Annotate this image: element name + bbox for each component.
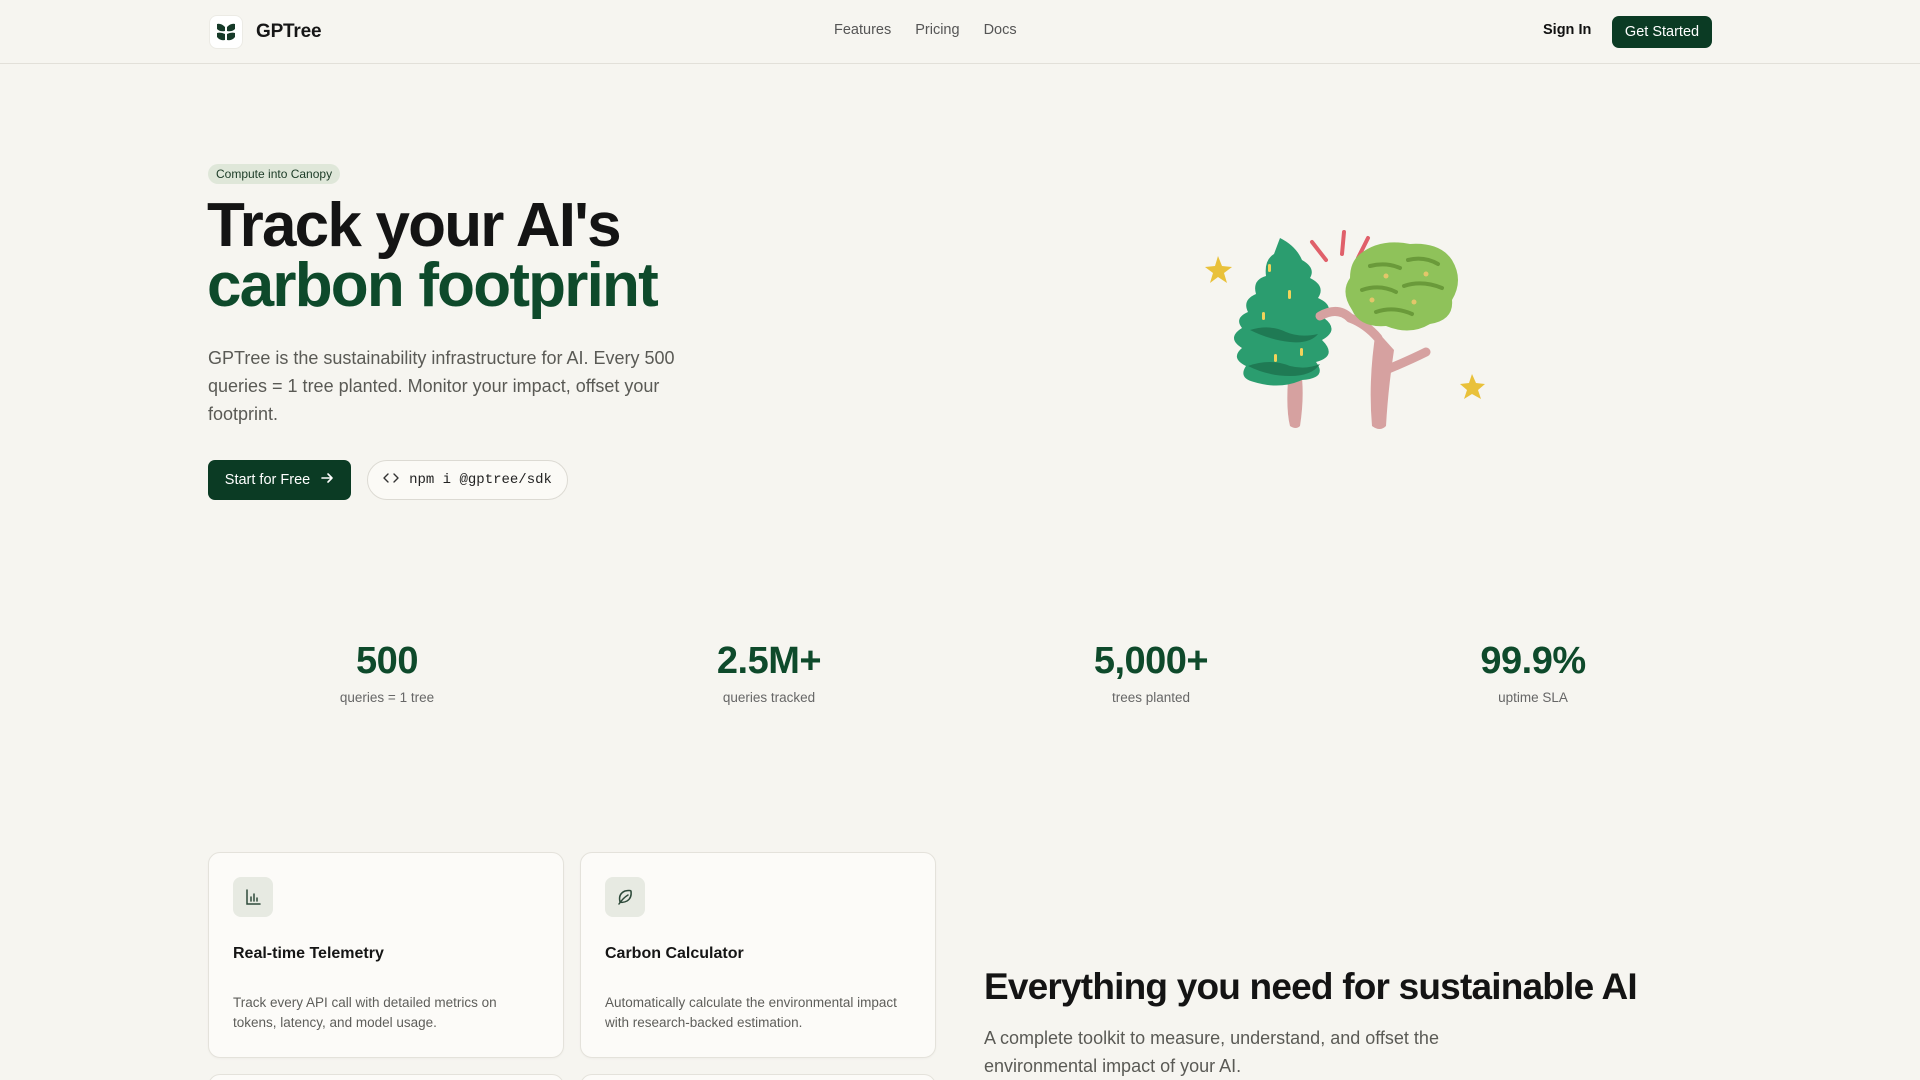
stat-label: queries = 1 tree	[339, 690, 435, 705]
section-title: Everything you need for sustainable AI	[984, 966, 1638, 1007]
stat-trees-planted: 5,000+ trees planted	[1031, 638, 1271, 705]
hero-subtitle: GPTree is the sustainability infrastruct…	[208, 348, 675, 424]
section-subtitle: A complete toolkit to measure, understan…	[984, 1028, 1439, 1076]
nav-link-pricing[interactable]: Pricing	[915, 22, 959, 38]
stat-value: 500	[356, 640, 418, 682]
sign-in-link[interactable]: Sign In	[1543, 22, 1591, 38]
stat-value: 99.9%	[1480, 640, 1586, 682]
star-left-icon	[1205, 256, 1232, 283]
arrow-right-icon	[320, 471, 334, 489]
bar-chart-icon	[233, 877, 273, 917]
stat-queries-per-tree: 500 queries = 1 tree	[267, 638, 507, 705]
feature-title: Carbon Calculator	[605, 945, 744, 962]
stat-label: uptime SLA	[1498, 690, 1568, 705]
start-for-free-label: Start for Free	[224, 472, 311, 488]
feature-card-telemetry[interactable]: Real-time Telemetry Track every API call…	[208, 852, 564, 1058]
pine-tree	[1234, 238, 1332, 386]
leaf-icon	[605, 877, 645, 917]
start-for-free-button[interactable]: Start for Free	[208, 460, 351, 500]
leafy-tree	[1345, 242, 1458, 331]
feature-title: Real-time Telemetry	[233, 945, 384, 962]
brand-logo[interactable]: GPTree	[210, 16, 322, 48]
feature-card-partial	[208, 1074, 564, 1080]
hero-title: Track your AI's carbon footprint	[207, 191, 807, 320]
hero-badge: Compute into Canopy	[208, 164, 341, 184]
code-icon	[383, 471, 399, 490]
feature-description: Track every API call with detailed metri…	[233, 995, 497, 1030]
hero-title-line-1: Track your AI's	[207, 191, 622, 260]
trees-illustration	[1205, 230, 1485, 429]
stat-queries-tracked: 2.5M+ queries tracked	[649, 638, 889, 705]
nav-links: Features Pricing Docs	[834, 22, 1017, 38]
brand-name: GPTree	[256, 21, 322, 42]
stat-label: queries tracked	[722, 690, 816, 705]
feature-card-partial	[580, 1074, 936, 1080]
star-right-icon	[1460, 374, 1485, 399]
stat-value: 2.5M+	[716, 640, 822, 682]
nav-link-docs[interactable]: Docs	[984, 22, 1017, 38]
hero-title-line-2: carbon footprint	[207, 251, 659, 320]
npm-install-button[interactable]: npm i @gptree/sdk	[367, 460, 568, 500]
logo-icon	[210, 16, 242, 48]
stat-value: 5,000+	[1093, 640, 1209, 682]
top-nav: GPTree Features Pricing Docs Sign In Get…	[0, 0, 1920, 64]
stat-uptime-sla: 99.9% uptime SLA	[1413, 638, 1653, 705]
feature-description: Automatically calculate the environmenta…	[605, 995, 897, 1030]
feature-card-carbon-calculator[interactable]: Carbon Calculator Automatically calculat…	[580, 852, 936, 1058]
nav-link-features[interactable]: Features	[834, 22, 891, 38]
npm-install-command: npm i @gptree/sdk	[409, 472, 552, 488]
stat-label: trees planted	[1111, 690, 1191, 705]
get-started-button[interactable]: Get Started	[1612, 16, 1712, 48]
